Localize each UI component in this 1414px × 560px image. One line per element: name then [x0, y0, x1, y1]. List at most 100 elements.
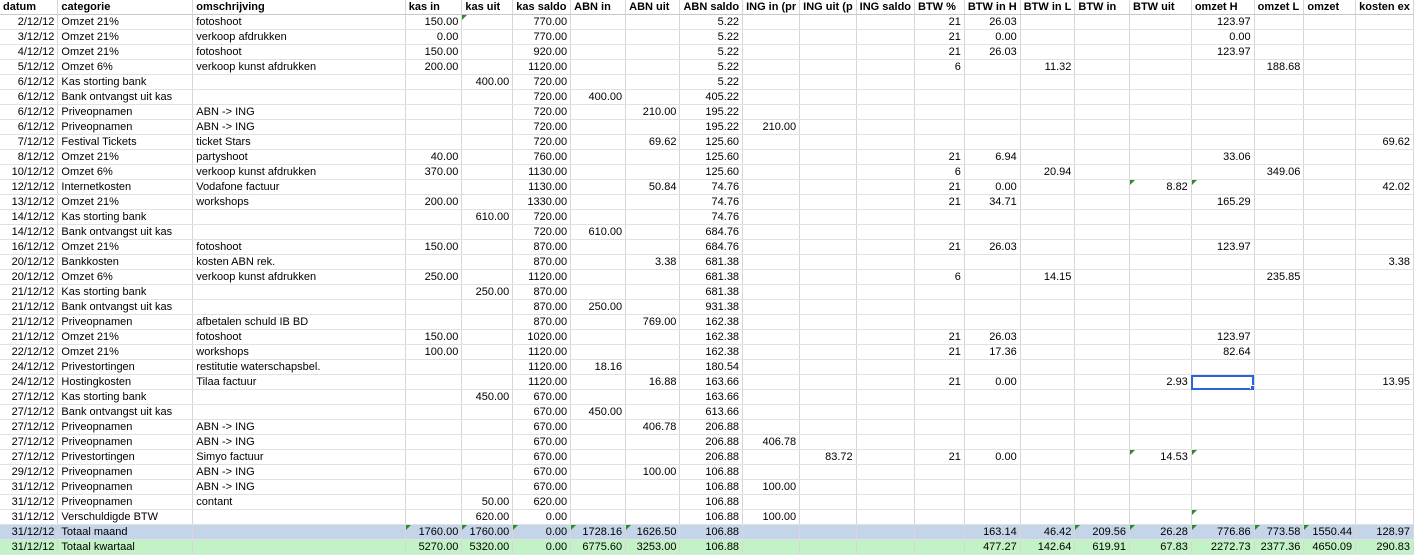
cell-btw-pct[interactable]: 21	[914, 329, 965, 345]
cell-btw-in-h[interactable]: 26.03	[964, 239, 1021, 255]
cell-ing-saldo[interactable]	[856, 224, 916, 240]
cell-kas-uit[interactable]: 250.00	[461, 284, 514, 300]
cell-omzet-l[interactable]	[1254, 29, 1305, 45]
cell-btw-in-l[interactable]: 46.42	[1020, 524, 1076, 540]
cell-kas-in[interactable]	[405, 314, 463, 330]
cell-btw-uit[interactable]	[1129, 359, 1192, 375]
cell-abn-uit[interactable]: 100.00	[625, 464, 681, 480]
cell-abn-uit[interactable]	[625, 14, 681, 30]
cell-omschrijving[interactable]	[192, 539, 406, 555]
cell-btw-uit[interactable]: 8.82	[1129, 179, 1192, 195]
cell-ing-uit[interactable]	[799, 269, 857, 285]
cell-btw-uit[interactable]	[1129, 119, 1192, 135]
cell-btw-uit[interactable]	[1129, 134, 1192, 150]
cell-abn-in[interactable]	[570, 59, 627, 75]
cell-kas-uit[interactable]	[461, 254, 514, 270]
cell-categorie[interactable]: Privestortingen	[57, 359, 194, 375]
cell-categorie[interactable]: Festival Tickets	[57, 134, 194, 150]
cell-btw-in[interactable]	[1074, 299, 1131, 315]
cell-ing-in[interactable]	[742, 224, 801, 240]
cell-ing-saldo[interactable]	[856, 239, 916, 255]
cell-omzet[interactable]	[1303, 389, 1357, 405]
cell-omzet-h[interactable]	[1191, 119, 1255, 135]
cell-btw-uit[interactable]	[1129, 44, 1192, 60]
cell-categorie[interactable]: Bank ontvangst uit kas	[57, 299, 194, 315]
cell-datum[interactable]: 13/12/12	[0, 194, 59, 210]
cell-btw-in-l[interactable]	[1020, 134, 1076, 150]
cell-kosten-ex[interactable]	[1355, 389, 1414, 405]
cell-kas-in[interactable]: 1760.00	[405, 524, 463, 540]
cell-omzet-h[interactable]	[1191, 509, 1255, 525]
cell-omzet-h[interactable]	[1191, 284, 1255, 300]
cell-btw-in-l[interactable]	[1020, 494, 1076, 510]
cell-omzet-l[interactable]: 773.58	[1254, 524, 1305, 540]
cell-btw-in-h[interactable]	[964, 74, 1021, 90]
cell-abn-uit[interactable]	[625, 224, 681, 240]
cell-omzet-l[interactable]	[1254, 14, 1305, 30]
cell-btw-in-l[interactable]: BTW in L	[1020, 0, 1076, 15]
cell-kas-uit[interactable]	[461, 299, 514, 315]
cell-omzet[interactable]	[1303, 59, 1357, 75]
cell-kas-in[interactable]	[405, 509, 463, 525]
cell-omzet-h[interactable]	[1191, 389, 1255, 405]
cell-btw-in[interactable]	[1074, 239, 1131, 255]
cell-categorie[interactable]: Internetkosten	[57, 179, 194, 195]
cell-btw-pct[interactable]: 21	[914, 179, 965, 195]
cell-ing-in[interactable]	[742, 284, 801, 300]
cell-btw-pct[interactable]	[914, 464, 965, 480]
cell-kas-saldo[interactable]: 1120.00	[512, 344, 572, 360]
cell-ing-saldo[interactable]: ING saldo	[856, 0, 916, 15]
cell-btw-pct[interactable]: 6	[914, 59, 965, 75]
cell-abn-saldo[interactable]: 206.88	[679, 434, 744, 450]
cell-kosten-ex[interactable]: 290.83	[1355, 539, 1414, 555]
cell-btw-in-h[interactable]: 0.00	[964, 449, 1021, 465]
cell-omzet-l[interactable]	[1254, 344, 1305, 360]
cell-kas-in[interactable]	[405, 464, 463, 480]
cell-kas-saldo[interactable]: 870.00	[512, 284, 572, 300]
cell-btw-in-l[interactable]	[1020, 179, 1076, 195]
cell-omzet-h[interactable]: 123.97	[1191, 239, 1255, 255]
cell-btw-in-l[interactable]	[1020, 374, 1076, 390]
cell-kas-uit[interactable]	[461, 344, 514, 360]
cell-btw-in[interactable]	[1074, 359, 1131, 375]
cell-ing-in[interactable]	[742, 164, 801, 180]
cell-omzet-l[interactable]	[1254, 74, 1305, 90]
cell-btw-uit[interactable]	[1129, 434, 1192, 450]
cell-kas-uit[interactable]	[461, 374, 514, 390]
cell-omzet[interactable]	[1303, 119, 1357, 135]
cell-btw-in-h[interactable]: 6.94	[964, 149, 1021, 165]
cell-btw-pct[interactable]	[914, 404, 965, 420]
cell-ing-saldo[interactable]	[856, 209, 916, 225]
cell-ing-uit[interactable]	[799, 524, 857, 540]
cell-omzet-h[interactable]	[1191, 299, 1255, 315]
cell-datum[interactable]: 27/12/12	[0, 419, 59, 435]
cell-ing-saldo[interactable]	[856, 329, 916, 345]
cell-abn-uit[interactable]	[625, 89, 681, 105]
cell-omzet[interactable]	[1303, 149, 1357, 165]
cell-kas-saldo[interactable]: 720.00	[512, 74, 572, 90]
cell-categorie[interactable]: Kas storting bank	[57, 389, 194, 405]
cell-kas-uit[interactable]	[461, 359, 514, 375]
cell-btw-in-l[interactable]	[1020, 194, 1076, 210]
cell-btw-uit[interactable]	[1129, 224, 1192, 240]
cell-btw-in-l[interactable]	[1020, 44, 1076, 60]
cell-kas-in[interactable]: 5270.00	[405, 539, 463, 555]
cell-ing-saldo[interactable]	[856, 284, 916, 300]
cell-btw-pct[interactable]	[914, 89, 965, 105]
cell-btw-pct[interactable]	[914, 299, 965, 315]
cell-kas-uit[interactable]	[461, 119, 514, 135]
cell-categorie[interactable]: Priveopnamen	[57, 314, 194, 330]
cell-kas-in[interactable]: 150.00	[405, 44, 463, 60]
cell-btw-in-h[interactable]: 0.00	[964, 179, 1021, 195]
cell-omschrijving[interactable]	[192, 209, 406, 225]
cell-btw-pct[interactable]: 21	[914, 344, 965, 360]
cell-ing-in[interactable]	[742, 404, 801, 420]
cell-omzet[interactable]	[1303, 479, 1357, 495]
cell-omzet-l[interactable]	[1254, 494, 1305, 510]
cell-kosten-ex[interactable]	[1355, 224, 1414, 240]
cell-ing-uit[interactable]	[799, 194, 857, 210]
cell-categorie[interactable]: Totaal kwartaal	[57, 539, 194, 555]
cell-kas-uit[interactable]	[461, 59, 514, 75]
cell-datum[interactable]: 21/12/12	[0, 329, 59, 345]
cell-btw-in-h[interactable]: BTW in H	[964, 0, 1021, 15]
